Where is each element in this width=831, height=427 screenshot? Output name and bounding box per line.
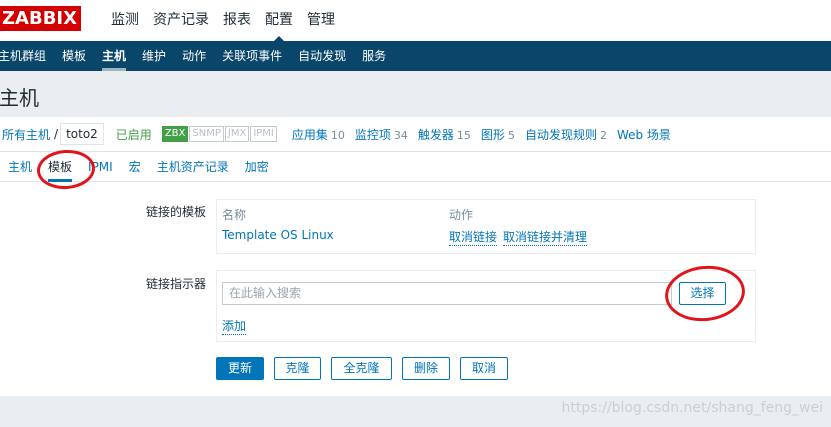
tab-macros[interactable]: 宏: [121, 152, 149, 181]
host-breadcrumb: 所有主机 / toto2 已启用 ZBX SNMP JMX IPMI 应用集 10…: [0, 117, 831, 152]
link-new-templates-label: 链接指示器: [145, 277, 206, 291]
delete-button[interactable]: 删除: [402, 357, 450, 380]
unlink-link[interactable]: 取消链接: [449, 228, 498, 246]
tab-encryption[interactable]: 加密: [237, 152, 277, 181]
snmp-badge: SNMP: [189, 126, 224, 142]
link-applications[interactable]: 应用集 10: [292, 126, 345, 143]
menu-configuration[interactable]: 配置: [258, 0, 300, 42]
tab-host[interactable]: 主机: [0, 152, 40, 181]
subnav-correlation[interactable]: 关联项事件: [214, 41, 290, 71]
subnav-services[interactable]: 服务: [354, 41, 394, 71]
page-title: 主机: [0, 86, 39, 110]
zbx-badge: ZBX: [161, 126, 189, 142]
full-clone-button[interactable]: 全克隆: [331, 357, 392, 380]
update-button[interactable]: 更新: [216, 357, 264, 380]
link-web-scenarios[interactable]: Web 场景: [617, 126, 671, 143]
availability-badges: ZBX SNMP JMX IPMI: [161, 126, 278, 142]
column-action-header: 动作: [449, 208, 474, 222]
link-discovery-rules[interactable]: 自动发现规则 2: [525, 126, 607, 143]
linked-templates-table: 名称 动作 Template OS Linux 取消链接 取消链接并清理: [216, 199, 756, 254]
ipmi-badge: IPMI: [250, 126, 277, 142]
breadcrumb-current-host[interactable]: toto2: [60, 123, 104, 145]
subnav-templates[interactable]: 模板: [54, 41, 94, 71]
main-menu: 监测 资产记录 报表 配置 管理: [104, 0, 342, 42]
breadcrumb-all-hosts[interactable]: 所有主机: [0, 126, 52, 143]
zabbix-logo[interactable]: ZABBIX: [0, 6, 81, 31]
top-header: ZABBIX 监测 资产记录 报表 配置 管理: [0, 0, 831, 42]
column-name-header: 名称: [222, 208, 247, 222]
breadcrumb-separator: /: [54, 127, 59, 141]
menu-reports[interactable]: 报表: [216, 0, 258, 41]
sub-navigation: 主机群组 模板 主机 维护 动作 关联项事件 自动发现 服务: [0, 41, 831, 71]
host-status-enabled[interactable]: 已启用: [116, 126, 152, 143]
template-os-linux-link[interactable]: Template OS Linux: [222, 228, 334, 242]
menu-monitoring[interactable]: 监测: [104, 0, 146, 41]
watermark: https://blog.csdn.net/shang_feng_wei: [561, 400, 823, 416]
menu-administration[interactable]: 管理: [300, 0, 342, 41]
subnav-host-groups[interactable]: 主机群组: [0, 41, 54, 71]
unlink-and-clear-link[interactable]: 取消链接并清理: [503, 228, 588, 246]
subnav-actions[interactable]: 动作: [174, 41, 214, 71]
tab-inventory[interactable]: 主机资产记录: [149, 152, 237, 181]
link-graphs[interactable]: 图形 5: [481, 126, 515, 143]
linked-templates-label: 链接的模板: [145, 205, 206, 219]
subnav-maintenance[interactable]: 维护: [134, 41, 174, 71]
form-tabs: 主机 模板 IPMI 宏 主机资产记录 加密: [0, 152, 831, 182]
clone-button[interactable]: 克隆: [274, 357, 321, 380]
template-search-input[interactable]: 在此输入搜索: [222, 282, 672, 305]
jmx-badge: JMX: [224, 126, 250, 142]
subnav-discovery[interactable]: 自动发现: [290, 41, 354, 71]
link-items[interactable]: 监控项 34: [355, 126, 408, 143]
link-triggers[interactable]: 触发器 15: [418, 126, 471, 143]
add-template-link[interactable]: 添加: [222, 317, 247, 335]
menu-inventory[interactable]: 资产记录: [146, 0, 216, 41]
cancel-button[interactable]: 取消: [460, 357, 508, 380]
subnav-hosts[interactable]: 主机: [94, 41, 134, 71]
